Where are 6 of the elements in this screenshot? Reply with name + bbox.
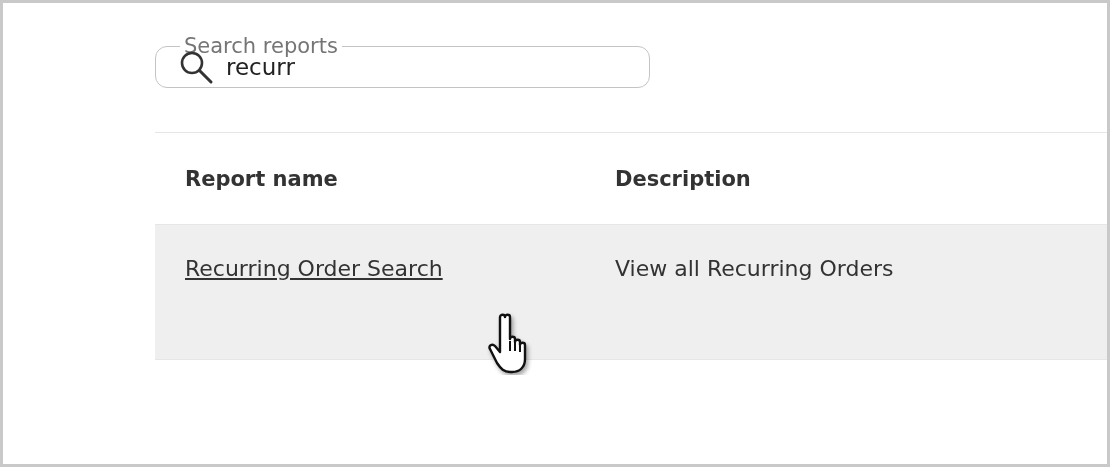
- description-text: View all Recurring Orders: [615, 256, 894, 281]
- column-header: Description: [614, 166, 752, 191]
- search-field-label: Search reports: [183, 34, 339, 58]
- search-field[interactable]: Search reports recurr: [155, 34, 650, 88]
- report-link[interactable]: Recurring Order Search: [185, 256, 443, 281]
- column-header: Report name: [184, 166, 339, 191]
